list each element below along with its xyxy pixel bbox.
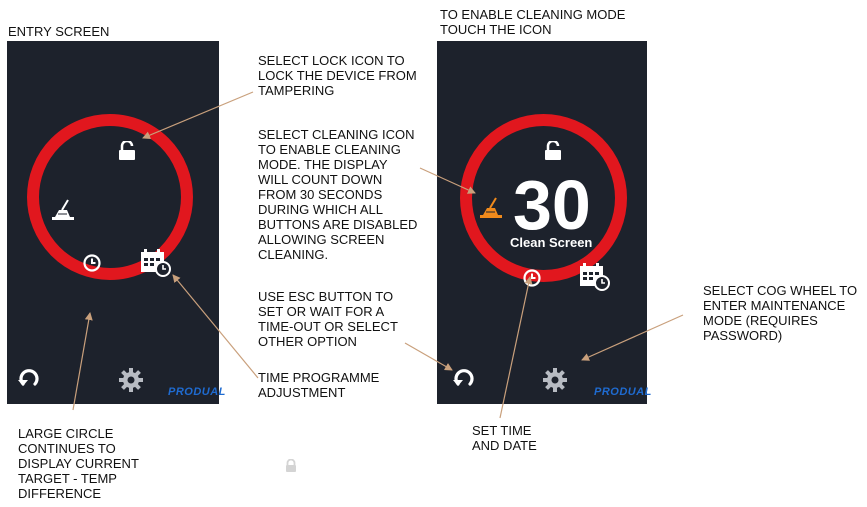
arrow-to-cog (581, 314, 684, 361)
arrow-to-calendar (172, 274, 259, 379)
arrow-to-cleaning (419, 167, 476, 194)
arrow-to-lock (142, 91, 254, 139)
arrow-to-esc (404, 342, 453, 371)
arrow-to-circle (72, 312, 93, 411)
arrow-to-clock (499, 276, 533, 419)
annotation-arrows (72, 91, 684, 419)
